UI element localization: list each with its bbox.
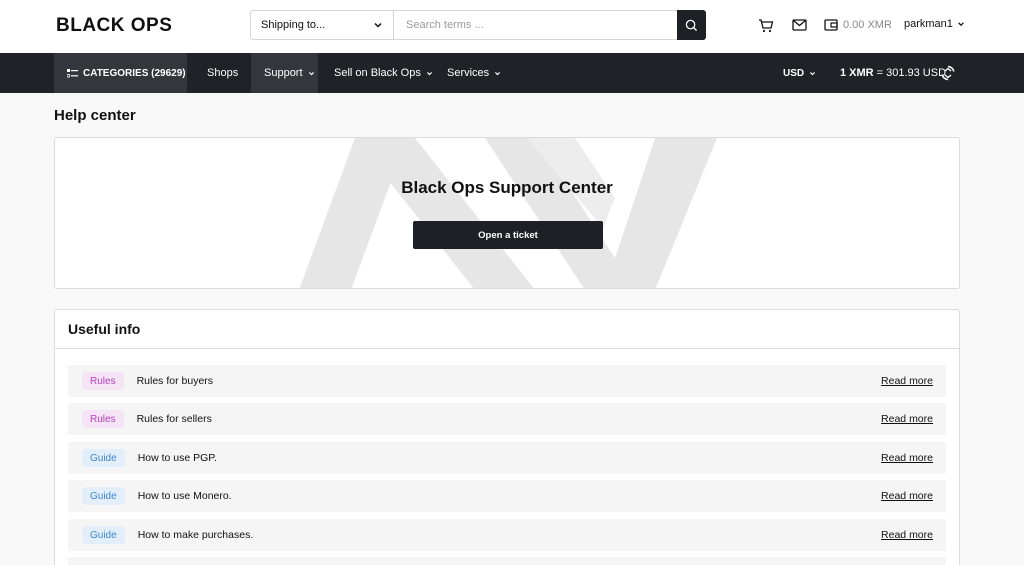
monero-sync-icon bbox=[941, 65, 955, 81]
read-more-link[interactable]: Read more bbox=[881, 413, 933, 425]
page-title: Help center bbox=[54, 107, 136, 124]
guide-badge: Guide bbox=[82, 487, 125, 505]
rate-prefix: 1 XMR bbox=[840, 67, 874, 79]
info-row: Guide How to make purchases. Read more bbox=[68, 519, 946, 551]
guide-badge: Guide bbox=[82, 449, 125, 467]
chevron-down-icon bbox=[958, 22, 964, 27]
top-header: BLACK OPS Shipping to... 0.00 XMR parkma… bbox=[0, 0, 1024, 53]
open-ticket-button[interactable]: Open a ticket bbox=[413, 221, 603, 249]
read-more-link[interactable]: Read more bbox=[881, 529, 933, 541]
wallet-icon bbox=[824, 19, 838, 31]
nav-sell[interactable]: Sell on Black Ops bbox=[320, 53, 447, 93]
read-more-link[interactable]: Read more bbox=[881, 490, 933, 502]
chevron-down-icon bbox=[308, 71, 314, 75]
info-row: Guide How to use Monero. Read more bbox=[68, 480, 946, 512]
watermark-logo-graphic bbox=[299, 138, 717, 288]
rules-badge: Rules bbox=[82, 410, 124, 428]
support-center-title: Black Ops Support Center bbox=[401, 178, 613, 197]
cart-button[interactable] bbox=[758, 17, 774, 33]
messages-button[interactable] bbox=[791, 17, 807, 33]
black-ops-logo[interactable]: BLACK OPS bbox=[56, 14, 194, 36]
info-row: Guide How to use PGP. Read more bbox=[68, 442, 946, 474]
info-row-title: Rules for sellers bbox=[136, 413, 212, 425]
categories-button[interactable]: CATEGORIES (29629) bbox=[54, 53, 187, 93]
currency-label: USD bbox=[783, 67, 805, 79]
logo-text: BLACK OPS bbox=[56, 15, 172, 36]
rules-badge: Rules bbox=[82, 372, 124, 390]
chevron-down-icon bbox=[374, 22, 382, 28]
nav-support-label: Support bbox=[264, 67, 303, 79]
main-nav: CATEGORIES (29629) Shops Support Sell on… bbox=[0, 53, 1024, 93]
info-row-title: How to make purchases. bbox=[137, 529, 254, 541]
chevron-down-icon bbox=[810, 71, 816, 75]
info-row-partial bbox=[68, 557, 946, 565]
refresh-rate-button[interactable] bbox=[940, 65, 956, 81]
info-row: Rules Rules for buyers Read more bbox=[68, 365, 946, 397]
search-input[interactable] bbox=[393, 10, 678, 40]
search-icon bbox=[685, 19, 698, 31]
nav-services[interactable]: Services bbox=[433, 53, 515, 93]
info-row-title: How to use Monero. bbox=[137, 490, 232, 502]
rate-value: = 301.93 USD bbox=[876, 67, 947, 79]
info-row-title: How to use PGP. bbox=[137, 452, 217, 464]
shipping-select[interactable]: Shipping to... bbox=[250, 10, 393, 40]
search-button[interactable] bbox=[677, 10, 706, 40]
read-more-link[interactable]: Read more bbox=[881, 452, 933, 464]
info-row: Rules Rules for sellers Read more bbox=[68, 403, 946, 435]
cart-icon bbox=[759, 18, 774, 32]
wallet-button[interactable] bbox=[823, 17, 839, 33]
currency-select[interactable]: USD bbox=[769, 53, 830, 93]
exchange-rate: 1 XMR = 301.93 USD bbox=[840, 53, 946, 93]
info-row-title: Rules for buyers bbox=[136, 375, 214, 387]
guide-badge: Guide bbox=[82, 526, 125, 544]
useful-info-title: Useful info bbox=[55, 310, 959, 349]
mail-icon bbox=[791, 19, 807, 31]
nav-sell-label: Sell on Black Ops bbox=[334, 67, 421, 79]
read-more-link[interactable]: Read more bbox=[881, 375, 933, 387]
user-menu[interactable]: parkman1 bbox=[904, 18, 965, 30]
useful-info-panel: Useful info Rules Rules for buyers Read … bbox=[54, 309, 960, 565]
nav-support[interactable]: Support bbox=[251, 53, 318, 93]
support-hero: Black Ops Support Center Open a ticket bbox=[54, 137, 960, 289]
wallet-balance: 0.00 XMR bbox=[843, 19, 892, 31]
chevron-down-icon bbox=[426, 71, 432, 75]
shipping-label: Shipping to... bbox=[261, 19, 326, 31]
chevron-down-icon bbox=[495, 71, 501, 75]
list-icon bbox=[67, 68, 78, 77]
nav-services-label: Services bbox=[447, 67, 490, 79]
username: parkman1 bbox=[904, 18, 953, 30]
categories-label: CATEGORIES (29629) bbox=[83, 67, 186, 79]
nav-shops[interactable]: Shops bbox=[193, 53, 252, 93]
nav-shops-label: Shops bbox=[207, 67, 239, 79]
